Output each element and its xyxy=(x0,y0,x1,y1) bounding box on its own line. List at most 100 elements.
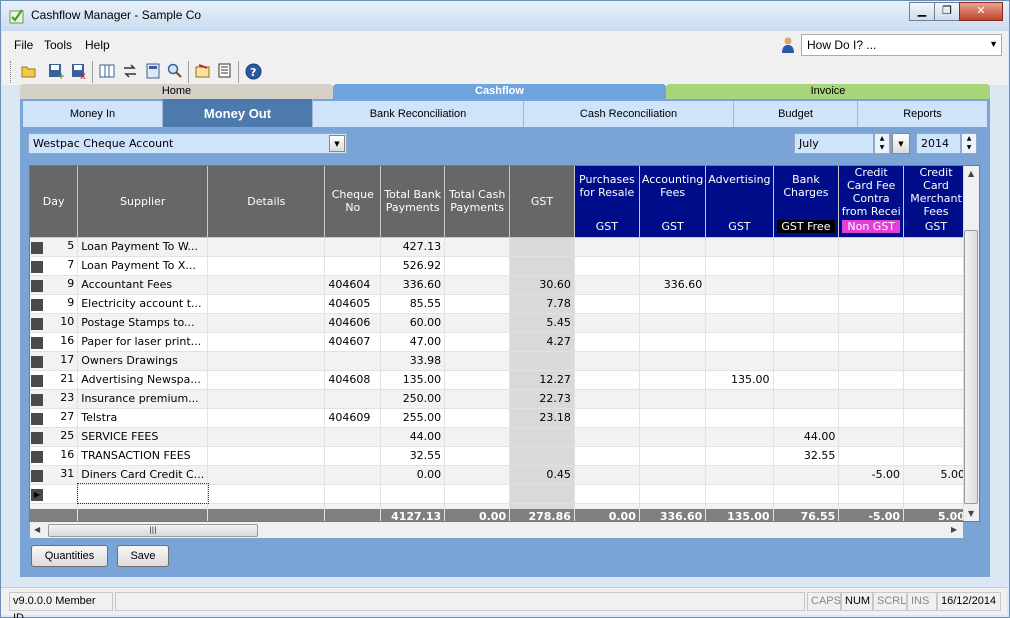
bank-payment-cell[interactable]: 0.00 xyxy=(380,465,446,485)
new-row-cell[interactable] xyxy=(509,484,575,504)
tab-invoice[interactable]: Invoice xyxy=(666,84,990,99)
cheque-cell[interactable]: 404604 xyxy=(324,275,382,295)
account-cell[interactable] xyxy=(574,370,640,390)
day-cell[interactable]: 10 xyxy=(30,313,79,333)
account-cell[interactable]: 135.00 xyxy=(705,370,774,390)
account-cell[interactable] xyxy=(773,237,840,257)
account-cell[interactable] xyxy=(574,446,640,466)
transfer-icon[interactable] xyxy=(121,62,139,80)
scroll-down-icon[interactable]: ▼ xyxy=(968,509,974,518)
details-cell[interactable] xyxy=(207,446,326,466)
row-selector[interactable] xyxy=(31,451,43,463)
bank-payment-cell[interactable]: 47.00 xyxy=(380,332,446,352)
new-row-cell[interactable] xyxy=(380,484,446,504)
cheque-cell[interactable] xyxy=(324,427,382,447)
day-cell[interactable]: 16 xyxy=(30,332,79,352)
col-bank-charges[interactable]: Bank Charges GST Free xyxy=(773,166,840,238)
account-cell[interactable] xyxy=(705,294,774,314)
account-cell[interactable] xyxy=(639,465,707,485)
account-cell[interactable] xyxy=(903,332,969,352)
row-selector[interactable] xyxy=(31,375,43,387)
day-cell[interactable]: 21 xyxy=(30,370,79,390)
account-cell[interactable] xyxy=(773,275,840,295)
account-cell[interactable] xyxy=(639,332,707,352)
horizontal-scroll-thumb[interactable]: ||| xyxy=(48,524,258,537)
account-cell[interactable] xyxy=(903,237,969,257)
account-cell[interactable] xyxy=(838,408,905,428)
col-advertising[interactable]: Advertising GST xyxy=(705,166,774,238)
account-cell[interactable] xyxy=(903,408,969,428)
gst-cell[interactable]: 12.27 xyxy=(509,370,575,390)
minimize-button[interactable]: ▁ xyxy=(909,2,935,21)
bank-payment-cell[interactable]: 44.00 xyxy=(380,427,446,447)
tab-home[interactable]: Home xyxy=(20,84,333,99)
account-cell[interactable] xyxy=(639,427,707,447)
calculator-icon[interactable] xyxy=(144,62,162,80)
table-row[interactable]: 16 TRANSACTION FEES 32.55 32.55 xyxy=(30,446,979,466)
save-button[interactable]: Save xyxy=(117,545,169,567)
gst-cell[interactable]: 22.73 xyxy=(509,389,575,409)
cheque-cell[interactable]: 404608 xyxy=(324,370,382,390)
cheque-cell[interactable] xyxy=(324,237,382,257)
gst-cell[interactable] xyxy=(509,237,575,257)
table-row[interactable]: 9 Accountant Fees 404604 336.60 30.60 336.60 xyxy=(30,275,979,295)
cash-payment-cell[interactable] xyxy=(444,275,511,295)
account-cell[interactable] xyxy=(639,313,707,333)
month-dropdown-button[interactable]: ▼ xyxy=(892,133,910,154)
bank-payment-cell[interactable]: 526.92 xyxy=(380,256,446,276)
account-cell[interactable]: 32.55 xyxy=(773,446,840,466)
gst-cell[interactable] xyxy=(509,427,575,447)
table-row[interactable]: 31 Diners Card Credit C... 0.00 0.45 -5.00 5.… xyxy=(30,465,979,485)
new-row-cell[interactable] xyxy=(444,484,511,504)
help-icon[interactable]: ? xyxy=(244,62,262,80)
tab-money-out[interactable]: Money Out xyxy=(163,99,313,127)
account-cell[interactable] xyxy=(838,275,905,295)
bank-payment-cell[interactable]: 33.98 xyxy=(380,351,446,371)
day-cell[interactable]: 23 xyxy=(30,389,79,409)
account-cell[interactable] xyxy=(838,332,905,352)
year-spinner[interactable]: ▲ ▼ xyxy=(961,133,977,154)
supplier-cell[interactable]: Loan Payment To X... xyxy=(77,256,209,276)
table-row[interactable]: 16 Paper for laser print... 404607 47.00 4.2… xyxy=(30,332,979,352)
open-folder-icon[interactable] xyxy=(20,62,38,80)
details-cell[interactable] xyxy=(207,256,326,276)
account-cell[interactable] xyxy=(773,389,840,409)
supplier-cell[interactable]: Loan Payment To W... xyxy=(77,237,209,257)
new-row-cell[interactable] xyxy=(76,483,209,504)
account-cell[interactable] xyxy=(903,446,969,466)
new-row-cell[interactable] xyxy=(574,484,640,504)
day-cell[interactable]: 17 xyxy=(30,351,79,371)
col-day[interactable]: Day xyxy=(30,166,79,238)
row-selector[interactable] xyxy=(31,413,43,425)
month-spinner[interactable]: ▲ ▼ xyxy=(874,133,890,154)
vertical-scroll-thumb[interactable] xyxy=(964,230,978,504)
account-cell[interactable] xyxy=(838,351,905,371)
tab-cashflow[interactable]: Cashflow xyxy=(333,84,666,99)
tab-bank-reconciliation[interactable]: Bank Reconciliation xyxy=(313,101,524,127)
tab-budget[interactable]: Budget xyxy=(734,101,858,127)
row-selector[interactable] xyxy=(31,432,43,444)
account-cell[interactable] xyxy=(639,256,707,276)
cash-payment-cell[interactable] xyxy=(444,237,511,257)
day-cell[interactable]: 27 xyxy=(30,408,79,428)
account-cell[interactable] xyxy=(574,351,640,371)
details-cell[interactable] xyxy=(207,427,326,447)
account-cell[interactable]: -5.00 xyxy=(838,465,905,485)
cheque-cell[interactable] xyxy=(324,465,382,485)
cheque-cell[interactable]: 404606 xyxy=(324,313,382,333)
cash-payment-cell[interactable] xyxy=(444,389,511,409)
bank-payment-cell[interactable]: 32.55 xyxy=(380,446,446,466)
supplier-cell[interactable]: Owners Drawings xyxy=(77,351,209,371)
details-cell[interactable] xyxy=(207,275,326,295)
account-cell[interactable] xyxy=(773,294,840,314)
col-gst[interactable]: GST xyxy=(509,166,575,238)
table-row[interactable]: 25 SERVICE FEES 44.00 44.00 xyxy=(30,427,979,447)
account-cell[interactable]: 336.60 xyxy=(639,275,707,295)
account-cell[interactable] xyxy=(639,408,707,428)
col-credit-card-fee-contra[interactable]: Credit Card Fee Contra from Recei Non GST xyxy=(838,166,905,238)
account-cell[interactable] xyxy=(773,256,840,276)
cash-payment-cell[interactable] xyxy=(444,408,511,428)
account-cell[interactable] xyxy=(574,465,640,485)
new-row-cell[interactable] xyxy=(207,484,326,504)
account-cell[interactable] xyxy=(838,256,905,276)
